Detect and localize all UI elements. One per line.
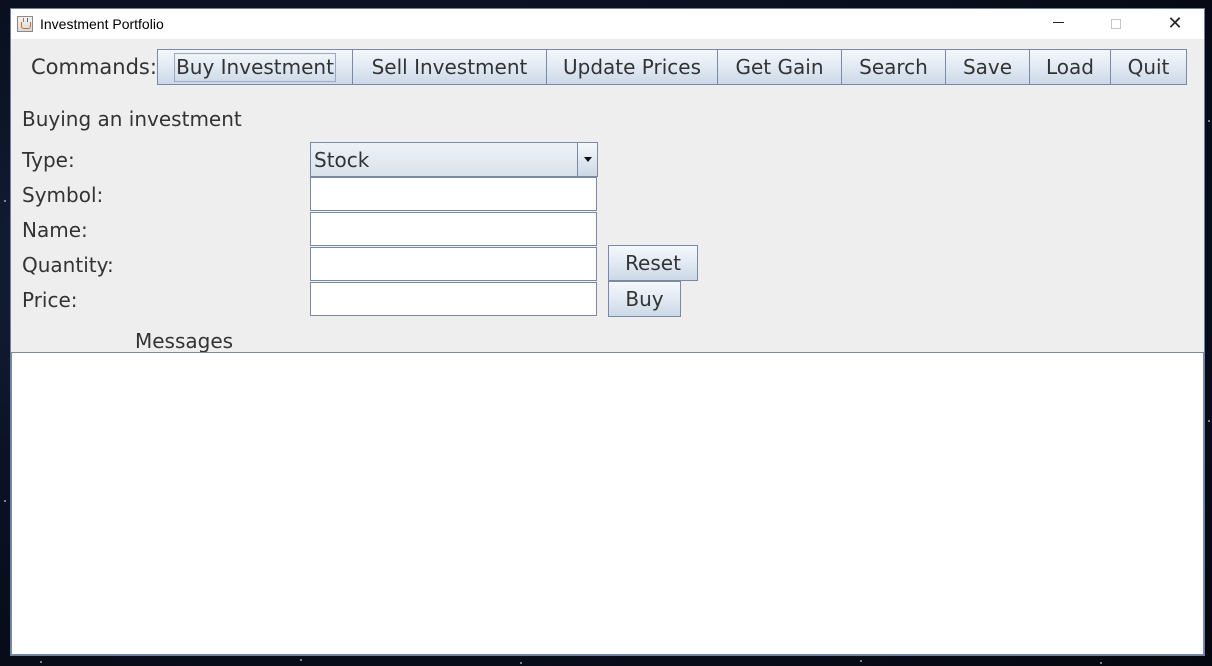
symbol-field[interactable] — [310, 177, 597, 211]
messages-label: Messages — [135, 329, 234, 353]
app-window: Investment Portfolio ✕ Commands: Buy Inv… — [10, 8, 1205, 656]
price-field[interactable] — [310, 282, 597, 316]
sell-investment-button[interactable]: Sell Investment — [352, 49, 547, 85]
minimize-button[interactable] — [1035, 9, 1081, 39]
chevron-down-icon[interactable] — [577, 143, 597, 176]
update-prices-button[interactable]: Update Prices — [546, 49, 718, 85]
symbol-label: Symbol: — [22, 183, 104, 207]
quantity-label: Quantity: — [22, 253, 114, 277]
type-dropdown[interactable]: Stock — [310, 142, 598, 177]
maximize-icon — [1111, 19, 1121, 29]
buy-investment-label: Buy Investment — [174, 52, 336, 82]
name-label: Name: — [22, 218, 88, 242]
save-button[interactable]: Save — [945, 49, 1030, 85]
close-button[interactable]: ✕ — [1152, 9, 1198, 39]
close-icon: ✕ — [1167, 13, 1183, 34]
window-title: Investment Portfolio — [40, 16, 164, 32]
minimize-icon — [1052, 21, 1064, 23]
quit-button[interactable]: Quit — [1110, 49, 1187, 85]
get-gain-button[interactable]: Get Gain — [717, 49, 842, 85]
name-field[interactable] — [310, 212, 597, 246]
commands-label: Commands: — [31, 55, 157, 79]
search-button[interactable]: Search — [841, 49, 946, 85]
load-button[interactable]: Load — [1029, 49, 1111, 85]
messages-textarea[interactable] — [11, 352, 1204, 655]
java-coffee-cup-icon — [17, 16, 33, 32]
command-toolbar: Buy Investment Sell Investment Update Pr… — [157, 49, 1187, 85]
quantity-field[interactable] — [310, 247, 597, 281]
type-selected-value: Stock — [314, 147, 370, 172]
reset-button[interactable]: Reset — [608, 245, 698, 281]
price-label: Price: — [22, 288, 78, 312]
buy-button[interactable]: Buy — [608, 281, 681, 317]
title-bar[interactable]: Investment Portfolio ✕ — [11, 9, 1204, 39]
section-title: Buying an investment — [22, 107, 242, 131]
type-label: Type: — [22, 148, 75, 172]
maximize-button[interactable] — [1093, 9, 1139, 39]
buy-investment-button[interactable]: Buy Investment — [157, 49, 353, 85]
